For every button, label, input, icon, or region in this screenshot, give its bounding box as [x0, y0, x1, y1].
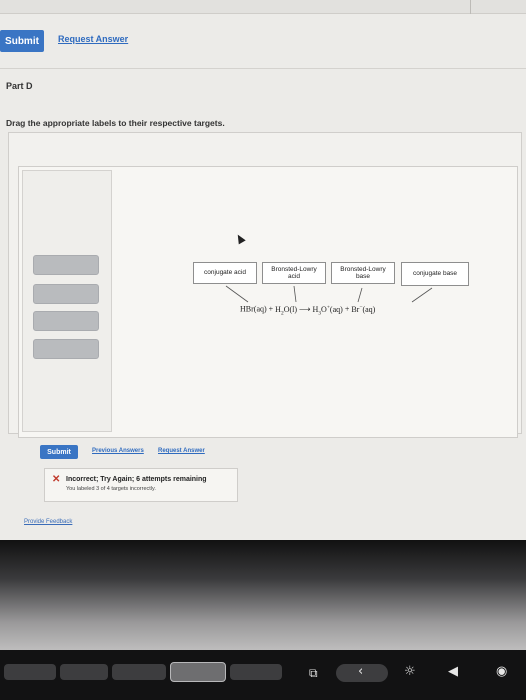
reactant-hbr: HBr(aq) — [240, 304, 267, 314]
target-label-conjugate-acid[interactable]: conjugate acid — [193, 262, 257, 284]
touchbar-thumb[interactable] — [112, 664, 166, 680]
touch-bar: ⧉ ‹ ☼ ◀ ◉ — [0, 650, 526, 700]
request-answer-link-top[interactable]: Request Answer — [58, 34, 128, 44]
reaction-arrow: ⟶ — [299, 304, 311, 314]
plus-sign: + — [268, 304, 274, 314]
chevron-left-icon[interactable]: ‹ — [358, 664, 363, 679]
touchbar-thumb[interactable] — [60, 664, 108, 680]
laptop-bezel — [0, 540, 526, 650]
plus-sign: + — [344, 304, 350, 314]
section-divider — [0, 68, 526, 69]
top-scroll-strip — [0, 0, 526, 14]
previous-answers-link[interactable]: Previous Answers — [92, 448, 144, 454]
request-answer-link[interactable]: Request Answer — [158, 448, 205, 454]
target-label-conjugate-base[interactable]: conjugate base — [401, 262, 469, 286]
part-title: Part D — [6, 81, 33, 91]
product-bromide: Br−(aq) — [351, 304, 376, 314]
reactant-water: H2O(l) — [275, 304, 298, 317]
target-label-bronsted-lowry-acid[interactable]: Bronsted-Lowry acid — [262, 262, 326, 284]
product-hydronium: H3O+(aq) — [312, 304, 343, 317]
instruction-text: Drag the appropriate labels to their res… — [6, 118, 225, 128]
feedback-message: You labeled 3 of 4 targets incorrectly. — [66, 486, 156, 492]
brightness-icon[interactable]: ☼ — [404, 664, 416, 679]
empty-label-slot[interactable] — [33, 311, 99, 331]
empty-label-slot[interactable] — [33, 255, 99, 275]
feedback-box — [44, 468, 238, 502]
touchbar-thumb[interactable] — [4, 664, 56, 680]
submit-button-top[interactable]: Submit — [0, 30, 44, 52]
provide-feedback-link[interactable]: Provide Feedback — [24, 519, 72, 525]
empty-label-slot[interactable] — [33, 284, 99, 304]
empty-label-slot[interactable] — [33, 339, 99, 359]
submit-button[interactable]: Submit — [40, 445, 78, 459]
incorrect-x-icon: ✕ — [52, 474, 61, 485]
touchbar-thumb-active[interactable] — [170, 662, 226, 682]
chemical-equation: HBr(aq) + H2O(l) ⟶ H3O+(aq) + Br−(aq) — [240, 304, 375, 316]
target-label-bronsted-lowry-base[interactable]: Bronsted-Lowry base — [331, 262, 395, 284]
volume-icon[interactable]: ◀ — [448, 664, 458, 679]
feedback-title: Incorrect; Try Again; 6 attempts remaini… — [66, 476, 207, 483]
browser-screen: Submit Request Answer Part D Drag the ap… — [0, 0, 526, 540]
siri-icon[interactable]: ◉ — [496, 664, 507, 679]
screenshot-icon[interactable]: ⧉ — [309, 666, 318, 681]
touchbar-thumb[interactable] — [230, 664, 282, 680]
